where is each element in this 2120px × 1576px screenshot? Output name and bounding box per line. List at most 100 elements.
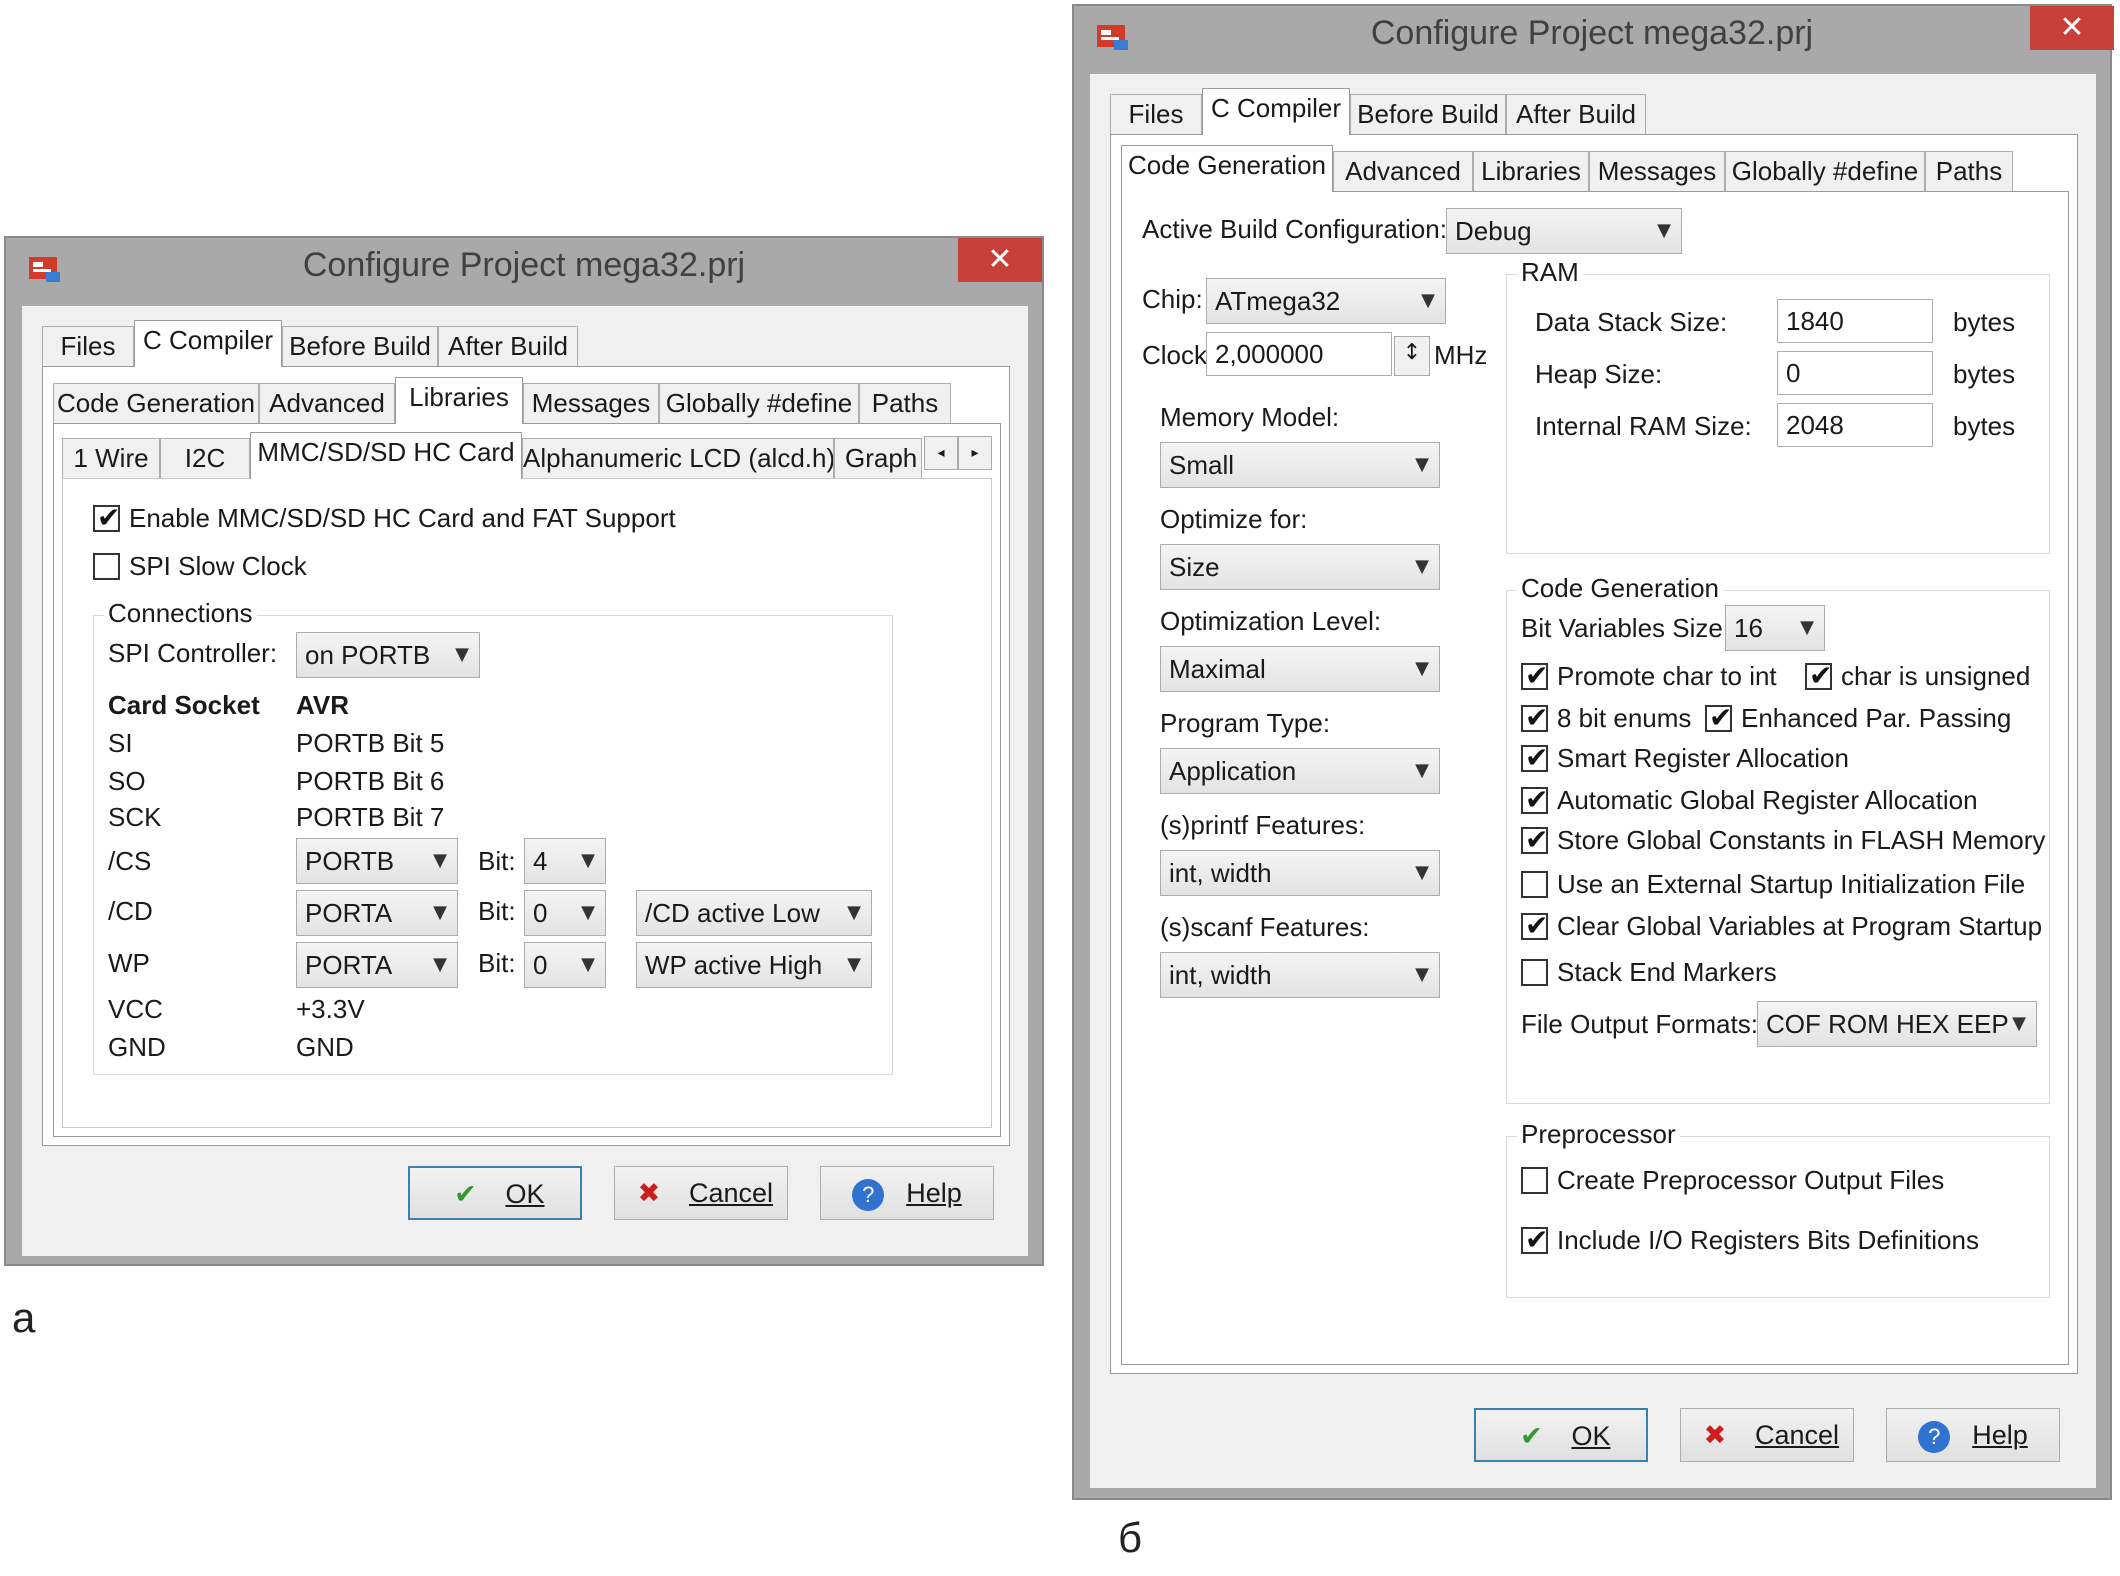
clear-globals-label: Clear Global Variables at Program Startu… [1557,911,2043,941]
cs-bit-select[interactable]: 4 ▼ [524,838,606,884]
dialog-b-titlebar[interactable]: Configure Project mega32.prj ✕ [1074,6,2114,68]
auto-global-register-label: Automatic Global Register Allocation [1557,785,1978,815]
include-io-bits-checkbox[interactable]: ✔ [1521,1223,1548,1256]
clock-input[interactable]: 2,000000 [1206,332,1392,376]
optimize-for-select[interactable]: Size ▼ [1160,544,1440,590]
opt-level-select[interactable]: Maximal ▼ [1160,646,1440,692]
tab-files[interactable]: Files [1110,94,1202,134]
help-button[interactable]: ? Help [820,1166,994,1220]
cancel-button[interactable]: ✖ Cancel [614,1166,788,1220]
spi-controller-select[interactable]: on PORTB ▼ [296,632,480,678]
tab-advanced[interactable]: Advanced [1333,151,1473,191]
store-flash-checkbox[interactable]: ✔ [1521,823,1548,856]
scanf-features-select[interactable]: int, width ▼ [1160,952,1440,998]
tab-1-wire[interactable]: 1 Wire [62,438,160,478]
ok-button[interactable]: ✔ OK [1474,1408,1648,1462]
wp-port-select[interactable]: PORTA ▼ [296,942,458,988]
bitvar-select[interactable]: 16 ▼ [1725,605,1825,651]
gnd-label: GND [108,1032,166,1062]
char-unsigned-checkbox[interactable]: ✔ [1805,659,1832,692]
memory-model-label: Memory Model: [1160,402,1340,432]
tab-advanced[interactable]: Advanced [259,383,395,423]
clear-globals-checkbox[interactable]: ✔ [1521,909,1548,942]
tab-paths[interactable]: Paths [1925,151,2013,191]
program-type-select[interactable]: Application ▼ [1160,748,1440,794]
auto-global-register-checkbox[interactable]: ✔ [1521,783,1548,816]
gnd-value: GND [296,1032,354,1062]
chip-select[interactable]: ATmega32 ▼ [1206,278,1446,324]
codegen-label: Code Generation [1517,573,1724,604]
tab-files[interactable]: Files [42,326,134,366]
tab-messages[interactable]: Messages [523,383,659,423]
bitvar-value: 16 [1734,613,1763,643]
printf-features-select[interactable]: int, width ▼ [1160,850,1440,896]
active-build-select[interactable]: Debug ▼ [1446,208,1682,254]
smart-register-checkbox[interactable]: ✔ [1521,741,1548,774]
sck-label: SCK [108,802,162,832]
scanf-features-label: (s)scanf Features: [1160,912,1370,942]
internal-ram-unit: bytes [1953,411,2016,441]
cd-port-select[interactable]: PORTA ▼ [296,890,458,936]
tab-code-generation[interactable]: Code Generation [53,383,259,423]
tab-messages[interactable]: Messages [1589,151,1725,191]
tab-after-build[interactable]: After Build [1506,94,1646,134]
tab-libraries[interactable]: Libraries [1473,151,1589,191]
tab-code-generation[interactable]: Code Generation [1121,145,1333,192]
promote-char-checkbox[interactable]: ✔ [1521,659,1548,692]
tab-before-build[interactable]: Before Build [282,326,438,366]
enhanced-par-checkbox[interactable]: ✔ [1705,701,1732,734]
tab-globally-define[interactable]: Globally #define [1725,151,1925,191]
ok-check-icon: ✔ [454,1179,477,1210]
tab-paths[interactable]: Paths [859,383,951,423]
tab-mmc-sd-card[interactable]: MMC/SD/SD HC Card [250,432,522,479]
internal-ram-input[interactable]: 2048 [1777,403,1933,447]
enable-mmc-checkbox[interactable]: ✔ [93,501,120,534]
8bit-enums-checkbox[interactable]: ✔ [1521,701,1548,734]
spi-slow-clock-checkbox[interactable] [93,553,120,580]
close-icon[interactable]: ✕ [2030,6,2114,50]
clock-label: Clock: [1142,340,1215,370]
caption-a: a [12,1294,36,1341]
tab-after-build[interactable]: After Build [438,326,578,366]
cd-active-value: /CD active Low [645,898,820,928]
codegen-group: Code Generation Bit Variables Size: 16 ▼ … [1506,573,2050,1104]
help-button[interactable]: ? Help [1886,1408,2060,1462]
cs-port-select[interactable]: PORTB ▼ [296,838,458,884]
dialog-a-libraries-panel: 1 Wire I2C MMC/SD/SD HC Card Alphanumeri… [53,423,1001,1137]
wp-active-select[interactable]: WP active High ▼ [636,942,872,988]
tab-libraries[interactable]: Libraries [395,377,523,424]
tab-i2c[interactable]: I2C [160,438,250,478]
dialog-a-titlebar[interactable]: Configure Project mega32.prj ✕ [6,238,1042,300]
wp-bit-select[interactable]: 0 ▼ [524,942,606,988]
heap-input[interactable]: 0 [1777,351,1933,395]
cs-bit-label: Bit: [478,846,516,876]
tab-globally-define[interactable]: Globally #define [659,383,859,423]
tab-scroll-left-icon[interactable]: ◂ [924,436,958,470]
stack-end-markers-checkbox[interactable] [1521,959,1548,986]
clock-spin-icon[interactable]: ↕ [1394,336,1430,376]
tab-c-compiler[interactable]: C Compiler [1202,88,1350,135]
optimize-for-label: Optimize for: [1160,504,1308,534]
memory-model-select[interactable]: Small ▼ [1160,442,1440,488]
chevron-down-icon: ▼ [1657,220,1671,241]
tab-before-build[interactable]: Before Build [1350,94,1506,134]
close-icon[interactable]: ✕ [958,238,1042,282]
data-stack-input[interactable]: 1840 [1777,299,1933,343]
cd-active-select[interactable]: /CD active Low ▼ [636,890,872,936]
dialog-a-top-tabbar: Files C Compiler Before Build After Buil… [42,320,582,367]
tab-c-compiler[interactable]: C Compiler [134,320,282,367]
ok-button[interactable]: ✔ OK [408,1166,582,1220]
tab-alphanumeric-lcd[interactable]: Alphanumeric LCD (alcd.h) [522,438,834,478]
tab-graph[interactable]: Graph [834,438,922,478]
internal-ram-value: 2048 [1786,410,1844,440]
create-preproc-checkbox[interactable] [1521,1167,1548,1194]
chevron-down-icon: ▼ [1415,454,1429,475]
cancel-button[interactable]: ✖ Cancel [1680,1408,1854,1462]
opt-level-label: Optimization Level: [1160,606,1382,636]
external-startup-checkbox[interactable] [1521,871,1548,898]
file-output-select[interactable]: COF ROM HEX EEP ▼ [1757,1001,2037,1047]
tab-scroll-right-icon[interactable]: ▸ [958,436,992,470]
promote-char-label: Promote char to int [1557,661,1777,691]
si-label: SI [108,728,133,758]
cd-bit-select[interactable]: 0 ▼ [524,890,606,936]
